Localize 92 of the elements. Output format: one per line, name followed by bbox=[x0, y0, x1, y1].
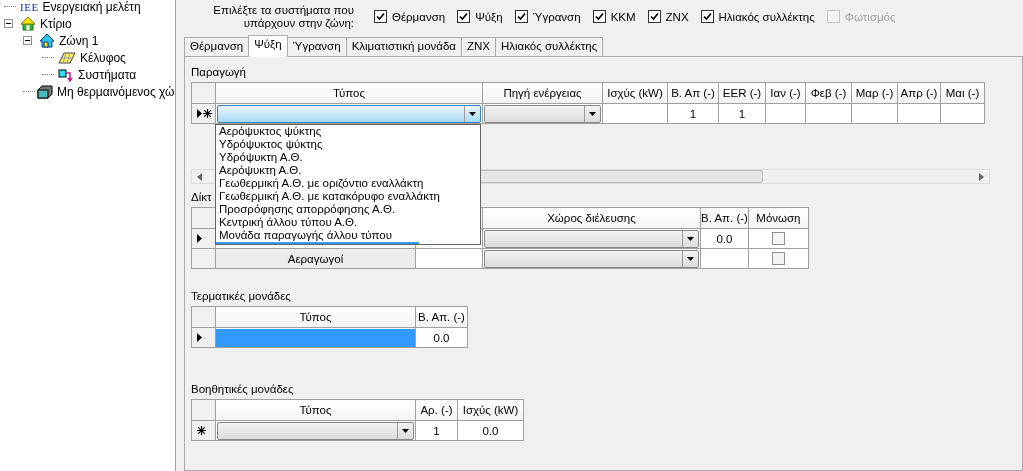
column-header[interactable]: Ισχύς (kW) bbox=[457, 399, 524, 421]
selected-cell[interactable] bbox=[216, 328, 415, 347]
table-cell-text: 1 bbox=[688, 107, 698, 120]
house-icon bbox=[20, 16, 36, 31]
column-header[interactable]: Πηγή ενέργειας bbox=[482, 82, 603, 104]
asterisk-icon bbox=[203, 109, 212, 118]
current-row-icon bbox=[197, 109, 202, 118]
column-header[interactable]: Β. Απ. (-) bbox=[415, 306, 468, 328]
section-title: Δίκτ bbox=[191, 190, 212, 204]
column-header[interactable]: Β. Απ. (-) bbox=[700, 207, 749, 229]
dropdown-option[interactable]: Γεωθερμική Α.Θ. με οριζόντιο εναλλάκτη bbox=[216, 177, 480, 190]
asterisk-icon bbox=[197, 426, 206, 435]
checkbox-label: Ύγρανση bbox=[532, 10, 581, 23]
column-header[interactable]: Μαι (-) bbox=[940, 82, 985, 104]
table-cell-text: 0.0 bbox=[432, 331, 451, 344]
column-header[interactable]: Β. Απ (-) bbox=[667, 82, 719, 104]
dropdown-option[interactable]: Υδρόψυκτη Α.Θ. bbox=[216, 151, 480, 164]
checkbox[interactable] bbox=[647, 10, 661, 23]
scroll-right-icon[interactable] bbox=[977, 172, 985, 181]
dropdown-option[interactable]: Υδρόψυκτος ψύκτης bbox=[216, 138, 480, 151]
current-row-icon bbox=[197, 333, 202, 342]
column-header[interactable]: Φεβ (-) bbox=[805, 82, 852, 104]
checkbox-label: Φωτισμός bbox=[844, 10, 896, 23]
tree-item[interactable]: Ζώνη 1 bbox=[58, 33, 100, 48]
column-header[interactable]: Αρ. (-) bbox=[415, 399, 458, 421]
dropdown[interactable] bbox=[484, 229, 699, 248]
row-header[interactable] bbox=[191, 420, 216, 441]
dropdown[interactable] bbox=[484, 104, 601, 123]
section-title: Τερματικές μονάδες bbox=[191, 289, 291, 303]
column-header[interactable]: Τύπος bbox=[215, 399, 416, 421]
systems-prompt: Επιλέξτε τα συστήματα που υπάρχουν στην ζώνη: bbox=[212, 3, 354, 30]
plane-icon bbox=[58, 50, 76, 65]
tree-item[interactable]: Ενεργειακή μελέτη bbox=[41, 0, 142, 14]
tree-item[interactable]: Συστήματα bbox=[77, 67, 138, 82]
tab[interactable]: Ψύξη bbox=[248, 35, 288, 57]
checkbox-label: Θέρμανση bbox=[392, 10, 446, 23]
dropdown[interactable] bbox=[484, 249, 699, 268]
column-header[interactable]: Μαρ (-) bbox=[851, 82, 898, 104]
column-header[interactable]: Ιαν (-) bbox=[765, 82, 806, 104]
dropdown-option[interactable]: Προσρόφησης απορρόφησης Α.Θ. bbox=[216, 203, 480, 216]
column-header[interactable]: EER (-) bbox=[718, 82, 766, 104]
tree-item[interactable]: Κέλυφος bbox=[79, 50, 127, 65]
scroll-left-icon[interactable] bbox=[196, 172, 204, 181]
table-cell-text: 1 bbox=[737, 107, 747, 120]
row-header[interactable] bbox=[191, 103, 216, 124]
column-header[interactable]: Χώρος διέλευσης bbox=[482, 207, 701, 229]
dropdown-option[interactable]: Κεντρική άλλου τύπου Α.Θ. bbox=[216, 216, 480, 229]
grid-button[interactable]: Αεραγωγοί bbox=[285, 252, 346, 265]
checkbox[interactable] bbox=[514, 10, 528, 23]
current-row-icon bbox=[197, 234, 202, 243]
checkbox[interactable] bbox=[374, 10, 387, 23]
collapse-icon[interactable] bbox=[4, 19, 13, 28]
tree-item[interactable]: Κτίριο bbox=[39, 16, 73, 31]
caret-icon bbox=[402, 428, 409, 433]
section-title: Βοηθητικές μονάδες bbox=[191, 382, 294, 396]
box-icon bbox=[37, 84, 53, 99]
table-cell-text: 0.0 bbox=[715, 232, 734, 245]
caret-icon bbox=[687, 236, 694, 241]
logo: ΙΕΕ bbox=[20, 0, 39, 13]
dropdown-option[interactable]: Αερόψυκτη Α.Θ. bbox=[216, 164, 480, 177]
checkbox[interactable] bbox=[592, 10, 606, 23]
dropdown-option[interactable]: Αερόψυκτος ψύκτης bbox=[216, 125, 480, 138]
dropdown-option[interactable]: Γεωθερμική Α.Θ. με κατακόρυφο εναλλάκτη bbox=[216, 190, 480, 203]
checkbox-label: Ψύξη bbox=[475, 10, 503, 23]
row-header[interactable] bbox=[191, 327, 216, 348]
tree-item[interactable]: Μη θερμαινόμενος χώ bbox=[56, 84, 175, 99]
checkbox-label: ZNX bbox=[665, 10, 689, 23]
caret-icon bbox=[469, 111, 476, 116]
checkbox-label: Ηλιακός συλλέκτης bbox=[718, 10, 815, 23]
column-header[interactable]: Απρ (-) bbox=[897, 82, 941, 104]
checkbox[interactable] bbox=[700, 10, 714, 23]
column-header[interactable]: Τύπος bbox=[215, 82, 483, 104]
checkbox[interactable] bbox=[771, 232, 785, 245]
row-header[interactable] bbox=[191, 228, 216, 249]
checkbox[interactable] bbox=[457, 10, 471, 23]
checkbox-label: ΚΚΜ bbox=[610, 10, 636, 23]
tab[interactable]: Ηλιακός συλλέκτης bbox=[495, 37, 604, 56]
systems-icon bbox=[58, 67, 74, 82]
table-cell-text: 0.0 bbox=[481, 424, 500, 437]
tab[interactable]: Θέρμανση bbox=[184, 37, 250, 56]
section-title: Παραγωγή bbox=[191, 65, 247, 79]
column-header[interactable]: Μόνωση bbox=[748, 207, 809, 229]
checkbox[interactable] bbox=[771, 252, 785, 265]
column-header[interactable]: Τύπος bbox=[215, 306, 416, 328]
collapse-icon[interactable] bbox=[23, 36, 32, 45]
table-cell-text: 1 bbox=[432, 424, 441, 437]
column-header[interactable]: Ισχύς (kW) bbox=[602, 82, 668, 104]
dropdown[interactable] bbox=[217, 104, 481, 123]
caret-icon bbox=[589, 111, 596, 116]
dropdown-option[interactable]: Μονάδα παραγωγής άλλου τύπου bbox=[216, 229, 480, 242]
caret-icon bbox=[687, 256, 694, 261]
house-icon bbox=[39, 33, 55, 48]
